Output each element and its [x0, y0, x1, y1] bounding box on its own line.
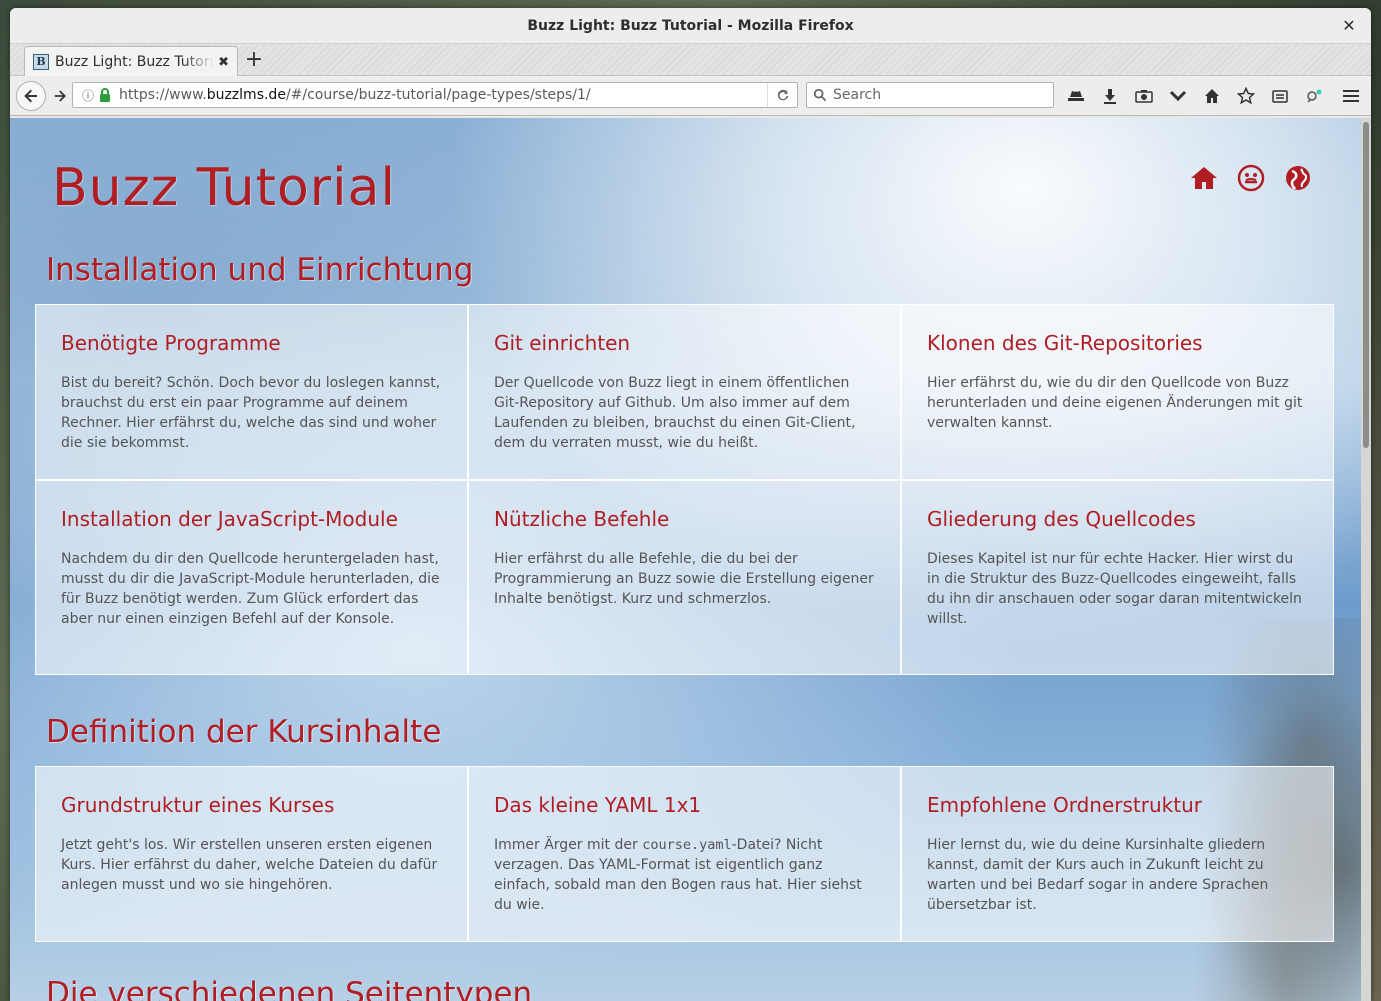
- site-title[interactable]: Buzz Tutorial: [52, 158, 396, 218]
- card-description: Immer Ärger mit der course.yaml-Datei? N…: [494, 837, 862, 913]
- card-title[interactable]: Installation der JavaScript-Module: [61, 507, 442, 531]
- user-face-icon[interactable]: [1235, 162, 1267, 194]
- scrollbar-thumb[interactable]: [1363, 122, 1369, 448]
- home-icon[interactable]: [1200, 84, 1224, 108]
- card-description: Hier erfährst du alle Befehle, die du be…: [494, 551, 874, 607]
- card-description: Der Quellcode von Buzz liegt in einem öf…: [494, 375, 856, 451]
- card-title[interactable]: Nützliche Befehle: [494, 507, 875, 531]
- navigation-toolbar: ⓘ https://www.buzzlms.de/#/course/buzz-t…: [10, 76, 1371, 116]
- pocket-icon[interactable]: [1166, 84, 1190, 108]
- reload-icon: [777, 89, 788, 101]
- tab-buzz-tutorial[interactable]: B Buzz Light: Buzz Tutorial ✖: [24, 46, 238, 77]
- extension-icon[interactable]: [1302, 84, 1326, 108]
- page-content: Buzz Tutorial Installation und Einrichtu…: [10, 118, 1361, 1001]
- new-tab-button[interactable]: +: [242, 47, 266, 73]
- card-klonen-git-repositories[interactable]: Klonen des Git-Repositories Hier erfährs…: [901, 304, 1334, 480]
- section-title-kursinhalte: Definition der Kursinhalte: [46, 714, 442, 750]
- card-benoetigte-programme[interactable]: Benötigte Programme Bist du bereit? Schö…: [35, 304, 468, 480]
- close-window-icon[interactable]: ✕: [1339, 16, 1359, 36]
- search-placeholder: Search: [833, 87, 882, 103]
- card-title[interactable]: Gliederung des Quellcodes: [927, 507, 1308, 531]
- home-icon[interactable]: [1188, 162, 1220, 194]
- reload-button[interactable]: [767, 83, 797, 107]
- card-title[interactable]: Empfohlene Ordnerstruktur: [927, 793, 1308, 817]
- card-gliederung-quellcodes[interactable]: Gliederung des Quellcodes Dieses Kapitel…: [901, 480, 1334, 675]
- card-title[interactable]: Klonen des Git-Repositories: [927, 331, 1308, 355]
- forward-button[interactable]: [50, 86, 70, 106]
- toolbar-icons: [1064, 84, 1336, 108]
- page-scrollbar[interactable]: [1361, 118, 1371, 1001]
- window-titlebar: Buzz Light: Buzz Tutorial - Mozilla Fire…: [10, 8, 1371, 44]
- site-favicon-icon: B: [33, 54, 49, 70]
- url-bar[interactable]: ⓘ https://www.buzzlms.de/#/course/buzz-t…: [72, 82, 798, 108]
- card-description: Nachdem du dir den Quellcode heruntergel…: [61, 551, 440, 627]
- card-title[interactable]: Grundstruktur eines Kurses: [61, 793, 442, 817]
- browser-window: Buzz Light: Buzz Tutorial - Mozilla Fire…: [10, 8, 1371, 1001]
- card-git-einrichten[interactable]: Git einrichten Der Quellcode von Buzz li…: [468, 304, 901, 480]
- tab-strip: B Buzz Light: Buzz Tutorial ✖ +: [10, 44, 1371, 77]
- reader-list-icon[interactable]: [1268, 84, 1292, 108]
- card-description: Jetzt geht's los. Wir erstellen unseren …: [61, 837, 438, 893]
- installation-card-grid: Benötigte Programme Bist du bereit? Schö…: [35, 304, 1335, 675]
- hamburger-menu-icon: [1343, 90, 1359, 102]
- back-button[interactable]: [16, 81, 46, 111]
- kursinhalte-card-grid: Grundstruktur eines Kurses Jetzt geht's …: [35, 766, 1335, 942]
- hamburger-menu-button[interactable]: [1339, 84, 1363, 108]
- card-yaml-1x1[interactable]: Das kleine YAML 1x1 Immer Ärger mit der …: [468, 766, 901, 942]
- download-icon[interactable]: [1098, 84, 1122, 108]
- site-header-icons: [1188, 162, 1329, 194]
- card-description: Dieses Kapitel ist nur für echte Hacker.…: [927, 551, 1302, 627]
- card-empfohlene-ordnerstruktur[interactable]: Empfohlene Ordnerstruktur Hier lernst du…: [901, 766, 1334, 942]
- card-description: Hier lernst du, wie du deine Kursinhalte…: [927, 837, 1269, 913]
- globe-icon[interactable]: [1282, 162, 1314, 194]
- tab-close-icon[interactable]: ✖: [218, 55, 229, 70]
- card-description: Bist du bereit? Schön. Doch bevor du los…: [61, 375, 441, 451]
- arrow-right-icon: [54, 90, 66, 102]
- bookmark-star-icon[interactable]: [1234, 84, 1258, 108]
- card-title[interactable]: Git einrichten: [494, 331, 875, 355]
- section-title-seitentypen: Die verschiedenen Seitentypen: [46, 976, 533, 1001]
- card-title[interactable]: Benötigte Programme: [61, 331, 442, 355]
- search-bar[interactable]: Search: [806, 82, 1054, 108]
- card-nuetzliche-befehle[interactable]: Nützliche Befehle Hier erfährst du alle …: [468, 480, 901, 675]
- card-title[interactable]: Das kleine YAML 1x1: [494, 793, 875, 817]
- incognito-icon[interactable]: [1064, 84, 1088, 108]
- card-installation-javascript-module[interactable]: Installation der JavaScript-Module Nachd…: [35, 480, 468, 675]
- site-info-icon[interactable]: ⓘ: [77, 87, 99, 104]
- tab-label: Buzz Light: Buzz Tutorial: [55, 54, 215, 70]
- lock-icon: [99, 88, 113, 102]
- window-title: Buzz Light: Buzz Tutorial - Mozilla Fire…: [527, 17, 854, 34]
- code-filename: course.yaml: [642, 837, 732, 853]
- card-grundstruktur-kurses[interactable]: Grundstruktur eines Kurses Jetzt geht's …: [35, 766, 468, 942]
- card-description: Hier erfährst du, wie du dir den Quellco…: [927, 375, 1303, 431]
- screenshot-icon[interactable]: [1132, 84, 1156, 108]
- arrow-left-icon: [24, 89, 37, 103]
- search-icon: [813, 88, 827, 102]
- url-text: https://www.buzzlms.de/#/course/buzz-tut…: [119, 87, 591, 103]
- section-title-installation: Installation und Einrichtung: [46, 252, 474, 288]
